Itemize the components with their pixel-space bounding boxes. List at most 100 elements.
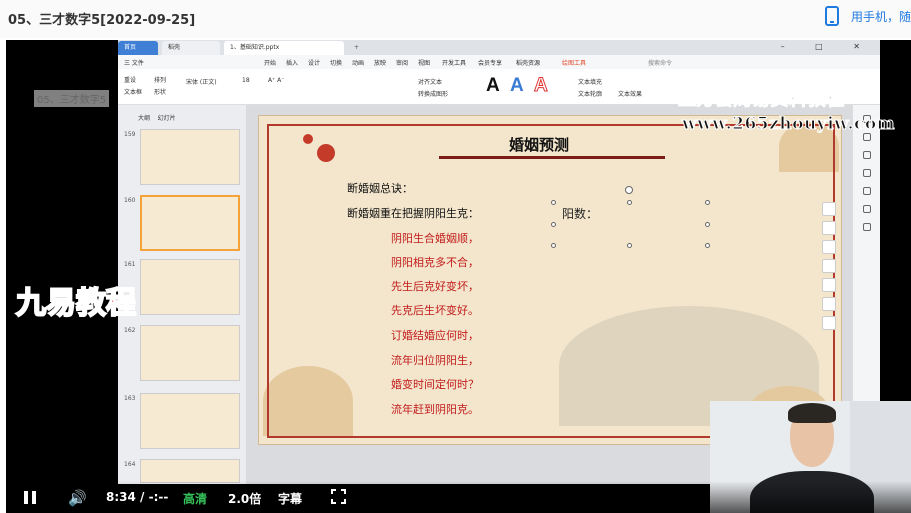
layers-icon[interactable] (822, 221, 836, 235)
menu-review: 审阅 (396, 60, 409, 67)
menu-drawing-tools: 绘图工具 (562, 60, 587, 67)
shape-icon[interactable] (862, 151, 871, 159)
verse-line: 阴阳生合婚姻顺， (391, 232, 479, 245)
text-effect: 文本效果 (618, 91, 643, 98)
ribbon-reset: 重设 (124, 77, 137, 84)
layout-icon[interactable] (862, 205, 871, 213)
pause-icon[interactable] (24, 491, 36, 504)
volume-icon[interactable]: 🔊 (68, 489, 87, 507)
new-tab-icon: + (354, 44, 360, 51)
watermark-text: 上万套周易资料教程 (678, 89, 845, 111)
slide-thumbnail (140, 459, 240, 483)
copy-icon[interactable] (862, 169, 871, 177)
presenter-hair (788, 403, 836, 423)
help-icon[interactable] (862, 187, 871, 195)
resize-handle[interactable] (627, 200, 632, 205)
menu-search: 搜索命令 (648, 60, 673, 67)
player-controls: 🔊 8:34 / -:-- 高清 2.0倍 字幕 (6, 481, 911, 513)
text-outline: 文本轮廓 (578, 91, 603, 98)
resize-handle[interactable] (627, 243, 632, 248)
fullscreen-icon[interactable] (331, 489, 346, 504)
slide-title: 婚姻预测 (509, 136, 570, 154)
time-display: 8:34 / -:-- (106, 490, 169, 504)
menu-start: 开始 (264, 60, 277, 67)
menu-bar: 三 文件 开始 插入 设计 切换 动画 放映 审阅 视图 开发工具 会员专享 稻… (118, 55, 880, 69)
slide-thumbnail (140, 325, 240, 381)
text-style-blue: A (510, 75, 524, 96)
resize-handle[interactable] (705, 243, 710, 248)
slide-border (267, 124, 835, 438)
menu-slideshow: 放映 (374, 60, 387, 67)
verse-line: 婚变时间定何时？ (391, 378, 479, 391)
current-slide: 婚姻预测 断婚姻总诀： 断婚姻重在把握阴阳生克： 阳数： 阴阳生合婚姻顺， 阴阳… (258, 115, 842, 445)
speed-button[interactable]: 2.0倍 (228, 490, 261, 507)
menu-transition: 切换 (330, 60, 343, 67)
font-grow-shrink: A⁺ A⁻ (268, 77, 285, 84)
fill-icon[interactable] (822, 278, 836, 292)
resize-handle[interactable] (705, 222, 710, 227)
slide-number: 161 (124, 261, 136, 268)
slide-number: 164 (124, 461, 136, 468)
channel-logo: 九易教程 (15, 285, 137, 322)
quality-button[interactable]: 高清 (183, 490, 207, 507)
ribbon-textbox: 文本框 (124, 89, 143, 96)
ribbon-shape: 形状 (154, 89, 167, 96)
ribbon-arrange: 排列 (154, 77, 167, 84)
sidebar-tabs: 大纲 幻灯片 (138, 113, 176, 122)
verse-line: 流年归位阴阳生， (391, 354, 479, 367)
mobile-link-label: 用手机，随 (850, 9, 911, 24)
slide-thumbnail-selected (140, 195, 240, 251)
selected-textbox[interactable]: 阳数： (562, 205, 598, 222)
slide-heading-1: 断婚姻总诀： (347, 182, 413, 195)
menu-view: 视图 (418, 60, 431, 67)
menu-devtools: 开发工具 (442, 60, 467, 67)
verse-line: 流年赶到阴阳克。 (391, 403, 479, 416)
pen-icon[interactable] (822, 240, 836, 254)
title-underline (439, 156, 665, 159)
verse-line: 先生后克好变坏， (391, 280, 479, 293)
window-controls: – □ ✕ (780, 42, 874, 51)
menu-file: 三 文件 (124, 60, 144, 67)
slide-number: 163 (124, 395, 136, 402)
verse-line: 订婚结婚应何时， (391, 329, 479, 342)
menu-design: 设计 (308, 60, 321, 67)
page-header: 05、三才数字5[2022-09-25] 用手机，随 (0, 0, 911, 38)
resize-handle[interactable] (551, 200, 556, 205)
slide-number: 159 (124, 131, 136, 138)
slide-heading-2: 断婚姻重在把握阴阳生克： (347, 207, 479, 220)
resize-handle[interactable] (551, 243, 556, 248)
slide-number: 162 (124, 327, 136, 334)
text-style-outline: A (534, 75, 549, 97)
menu-animation: 动画 (352, 60, 365, 67)
menu-member: 会员专享 (478, 60, 503, 67)
floating-shape-toolbar (822, 202, 836, 332)
tab-docer: 稻壳 (162, 41, 220, 55)
location-icon[interactable] (862, 223, 871, 231)
slide-number: 160 (124, 197, 136, 204)
resize-handle[interactable] (705, 200, 710, 205)
slide-thumbnail (140, 129, 240, 185)
settings-icon[interactable] (862, 133, 871, 141)
title-overlay: 05、三才数字5 (34, 90, 110, 107)
verse-line: 先克后生坏变好。 (391, 304, 479, 317)
text-fill: 文本填充 (578, 79, 603, 86)
more-icon[interactable] (822, 316, 836, 330)
tab-document: 1、基础知识.pptx (224, 41, 344, 55)
watermark-url: www.265zhouyiw.com (681, 114, 896, 135)
slide-thumbnail (140, 259, 240, 315)
menu-docer: 稻壳资源 (516, 60, 541, 67)
subtitles-button[interactable]: 字幕 (278, 490, 302, 507)
bulb-icon[interactable] (822, 297, 836, 311)
font-name-select: 宋体 (正文) (186, 79, 217, 86)
rotate-handle[interactable] (625, 186, 633, 194)
minus-icon[interactable] (822, 202, 836, 216)
mobile-watch-link[interactable]: 用手机，随 (824, 6, 911, 26)
video-player[interactable]: 首页 稻壳 1、基础知识.pptx + – □ ✕ 三 文件 开始 插入 设计 … (6, 40, 911, 513)
tab-slides: 幻灯片 (157, 115, 176, 122)
app-tab-bar: 首页 稻壳 1、基础知识.pptx + – □ ✕ (118, 40, 880, 55)
resize-handle[interactable] (551, 222, 556, 227)
text-style-black: A (486, 75, 500, 96)
tab-home: 首页 (118, 41, 158, 55)
shape-style-icon[interactable] (822, 259, 836, 273)
align-text: 对齐文本 (418, 79, 443, 86)
